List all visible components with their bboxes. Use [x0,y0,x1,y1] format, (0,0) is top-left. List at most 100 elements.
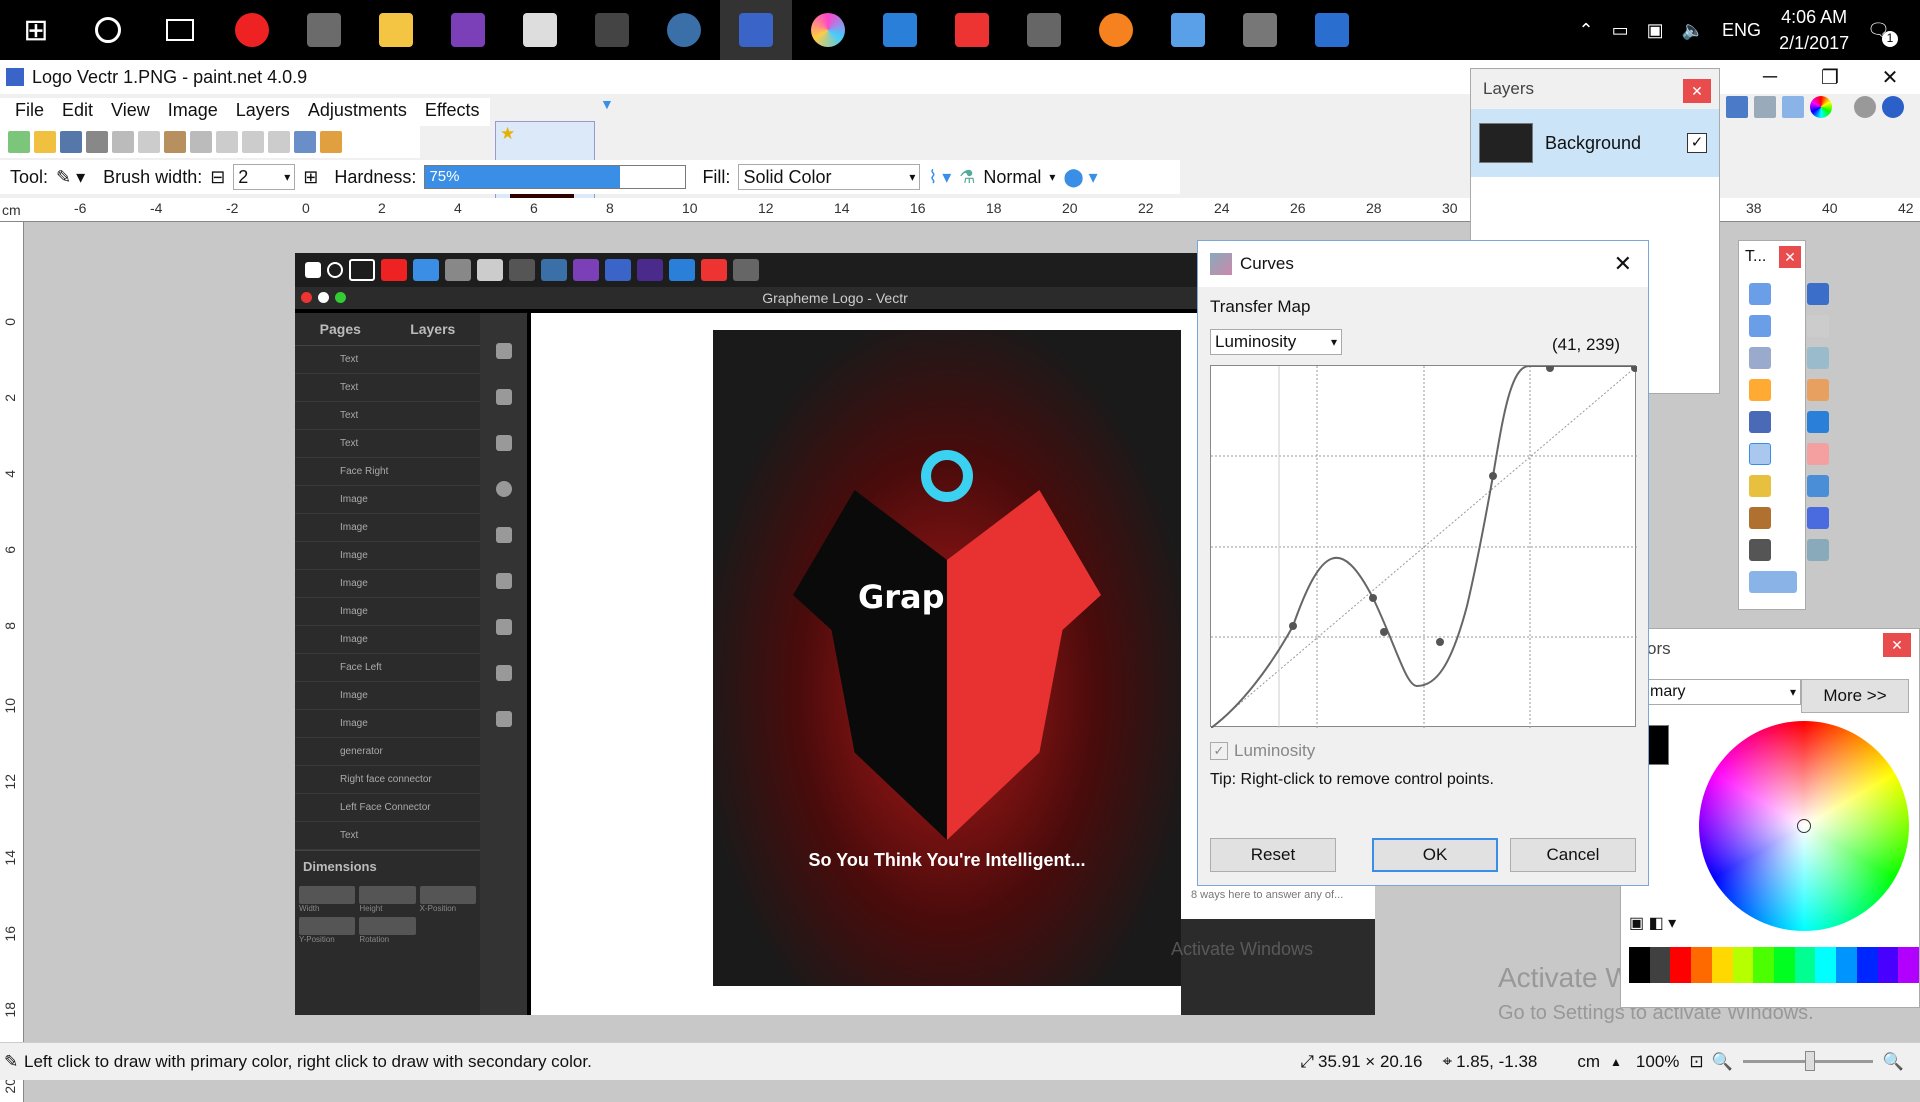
mode-dropdown[interactable]: Luminosity▾ [1210,329,1342,355]
chevron-up-icon[interactable]: ▲ [1610,1055,1622,1069]
ellipse-select-icon[interactable] [1749,347,1771,369]
paintbrush-icon[interactable]: ✎ ▾ [56,167,85,188]
unity-button[interactable] [504,0,576,60]
layer-visibility-checkbox[interactable]: ✓ [1687,133,1707,153]
chevron-down-icon[interactable]: ▾ [1049,170,1055,184]
minimize-button[interactable]: ─ [1740,60,1800,94]
color-wheel[interactable] [1699,721,1909,931]
ok-button[interactable]: OK [1372,838,1498,872]
cortana-button[interactable] [72,0,144,60]
palette-swatch[interactable] [1857,947,1878,983]
units-dropdown[interactable]: cm [1577,1052,1600,1072]
language-indicator[interactable]: ENG [1722,20,1761,41]
increase-icon[interactable]: ⊞ [303,167,318,188]
palette-swatch[interactable] [1795,947,1816,983]
palette-swatch[interactable] [1650,947,1671,983]
menu-file[interactable]: File [6,98,53,126]
copy-icon[interactable] [138,131,160,153]
zoom-level[interactable]: 100% [1636,1052,1679,1072]
epic-button[interactable] [576,0,648,60]
line-curve-icon[interactable] [1807,539,1829,561]
open-icon[interactable] [34,131,56,153]
fill-dropdown[interactable]: Solid Color▾ [738,164,920,190]
gradient-icon[interactable] [1807,411,1829,433]
palette-swatch[interactable] [1629,947,1650,983]
battery-icon[interactable]: ▭ [1612,20,1629,41]
paint-bucket-icon[interactable] [1749,411,1771,433]
doc-button[interactable] [1296,0,1368,60]
print-icon[interactable] [86,131,108,153]
deselect-icon[interactable] [216,131,238,153]
decrease-icon[interactable]: ⊟ [210,167,225,188]
close-button[interactable]: ✕ [1860,60,1920,94]
affinity-button[interactable] [792,0,864,60]
palette-swatch[interactable] [1836,947,1857,983]
color-picker-icon[interactable] [1807,475,1829,497]
paintbrush-icon[interactable] [1749,443,1771,465]
pan-icon[interactable] [1807,379,1829,401]
save-icon[interactable] [60,131,82,153]
zoom-slider-thumb[interactable] [1805,1051,1815,1071]
menu-edit[interactable]: Edit [53,98,102,126]
menu-view[interactable]: View [102,98,159,126]
palette-swatch[interactable] [1670,947,1691,983]
control-point[interactable] [1380,628,1388,636]
luminosity-checkbox[interactable]: ✓ Luminosity [1210,741,1315,761]
brush-width-input[interactable]: 2▾ [233,164,295,190]
clock[interactable]: 4:06 AM 2/1/2017 [1779,4,1849,56]
zoom-slider[interactable] [1743,1060,1873,1063]
start-button[interactable]: ⊞ [0,0,72,60]
curve-graph[interactable] [1210,365,1636,727]
zoom-out-icon[interactable]: 🔍 [1712,1052,1733,1072]
chevron-up-icon[interactable]: ⌃ [1579,20,1594,41]
help-icon[interactable] [1882,96,1904,118]
taskview-button[interactable] [144,0,216,60]
control-point[interactable] [1631,366,1637,372]
control-point[interactable] [1289,622,1297,630]
control-point[interactable] [1369,594,1377,602]
palette-swatch[interactable] [1878,947,1899,983]
menu-adjustments[interactable]: Adjustments [299,98,416,126]
crop-icon[interactable] [190,131,212,153]
rectangle-select-icon[interactable] [1749,283,1771,305]
control-point[interactable] [1489,472,1497,480]
close-icon[interactable]: ✕ [1779,246,1801,268]
paintnet-button[interactable] [720,0,792,60]
palette-icon[interactable]: ▣ ◧ ▾ [1629,913,1676,933]
layers-window-icon[interactable] [1782,96,1804,118]
undo-icon[interactable] [242,131,264,153]
pencil-icon[interactable] [1749,475,1771,497]
settings-icon[interactable] [1854,96,1876,118]
rulers-icon[interactable] [320,131,342,153]
lasso-select-icon[interactable] [1749,315,1771,337]
maximize-button[interactable]: ❐ [1800,60,1860,94]
primary-dropdown[interactable]: mary▾ [1645,679,1801,705]
grid-icon[interactable] [294,131,316,153]
dropdown-arrow-icon[interactable]: ▼ [600,96,614,112]
palette-swatch[interactable] [1898,947,1919,983]
colors-window-icon[interactable] [1810,96,1832,118]
menu-effects[interactable]: Effects [416,98,489,126]
paste-icon[interactable] [164,131,186,153]
close-icon[interactable]: ✕ [1614,251,1632,277]
menu-layers[interactable]: Layers [227,98,299,126]
hardness-slider[interactable]: 75% [424,165,686,189]
steam-button[interactable] [648,0,720,60]
movie-button[interactable] [1008,0,1080,60]
cancel-button[interactable]: Cancel [1510,838,1636,872]
new-icon[interactable] [8,131,30,153]
more-button[interactable]: More >> [1801,679,1909,713]
control-point[interactable] [1546,366,1554,372]
yandex-button[interactable] [216,0,288,60]
palette-swatch[interactable] [1753,947,1774,983]
text-tool-icon[interactable] [1749,539,1771,561]
zoom-in-icon[interactable]: 🔍 [1883,1052,1904,1072]
close-icon[interactable]: ✕ [1883,633,1911,657]
recolor-icon[interactable] [1807,507,1829,529]
app-button[interactable] [864,0,936,60]
redo-icon[interactable] [268,131,290,153]
history-icon[interactable] [1754,96,1776,118]
blender-button[interactable] [1080,0,1152,60]
popcorn-button[interactable] [936,0,1008,60]
zoom-fit-icon[interactable]: ⊡ [1689,1052,1703,1072]
